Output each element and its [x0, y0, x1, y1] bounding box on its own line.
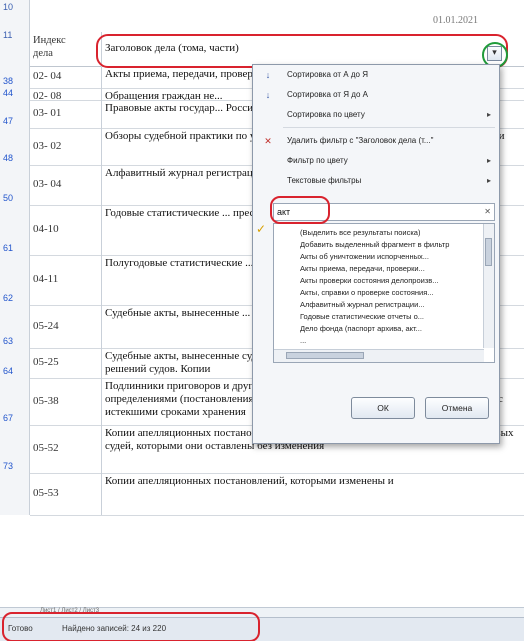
- row-header[interactable]: [0, 473, 30, 515]
- list-hscroll-thumb[interactable]: [286, 352, 364, 359]
- filter-list-item-label: Добавить выделенный фрагмент в фильтр: [300, 240, 450, 249]
- highlight-status-oval: [2, 612, 260, 641]
- index-cell[interactable]: 02- 08: [30, 88, 102, 100]
- cancel-button[interactable]: Отмена: [425, 397, 489, 419]
- index-cell[interactable]: 05-52: [30, 425, 102, 473]
- menu-clear-filter-label: Удалить фильтр с "Заголовок дела (т...": [287, 136, 434, 145]
- list-horizontal-scrollbar[interactable]: [274, 349, 484, 362]
- menu-sort-za-label: Сортировка от Я до А: [287, 90, 368, 99]
- row-header[interactable]: 61: [0, 205, 30, 255]
- index-cell[interactable]: 04-10: [30, 205, 102, 255]
- autofilter-menu: ↓ Сортировка от А до Я ↓ Сортировка от Я д…: [252, 64, 500, 444]
- date-cell[interactable]: 01.01.2021: [430, 12, 524, 29]
- sort-descending-icon: ↓: [265, 90, 271, 100]
- row-header[interactable]: 62: [0, 255, 30, 305]
- menu-clear-filter[interactable]: ✕ Удалить фильтр с "Заголовок дела (т...": [253, 131, 499, 151]
- header-index-cell[interactable]: Индекс дела: [30, 32, 102, 66]
- index-cell[interactable]: 03- 01: [30, 100, 102, 128]
- filter-list-item-label: Дело фонда (паспорт архива, акт...: [300, 324, 422, 333]
- filter-list-item-label: Акты проверки состояния делопроизв...: [300, 276, 439, 285]
- menu-text-filters[interactable]: Текстовые фильтры ▸: [253, 171, 499, 191]
- menu-sort-za[interactable]: ↓ Сортировка от Я до А: [253, 85, 499, 105]
- index-cell[interactable]: 04-11: [30, 255, 102, 305]
- ok-button[interactable]: ОК: [351, 397, 415, 419]
- filter-list-item-label: Акты приема, передачи, проверки...: [300, 264, 425, 273]
- row-header[interactable]: 67: [0, 378, 30, 425]
- clear-filter-icon: ✕: [264, 136, 272, 146]
- menu-separator: [283, 127, 495, 128]
- menu-filter-color[interactable]: Фильтр по цвету ▸: [253, 151, 499, 171]
- submenu-arrow-icon: ▸: [486, 110, 491, 119]
- filter-list-item-label: Акты об уничтожении испорченных...: [300, 252, 429, 261]
- index-cell[interactable]: 05-53: [30, 473, 102, 515]
- filter-list-item-label: ...: [300, 336, 307, 345]
- highlight-header-oval: [96, 34, 508, 68]
- menu-sort-color[interactable]: Сортировка по цвету ▸: [253, 105, 499, 125]
- top-row: 10 01.01.2021: [0, 0, 524, 28]
- row-header[interactable]: 64: [0, 348, 30, 378]
- row-header[interactable]: 38: [0, 66, 30, 88]
- row-header-10[interactable]: 10: [0, 0, 30, 28]
- menu-filter-color-label: Фильтр по цвету: [287, 156, 348, 165]
- title-cell[interactable]: Копии апелляционных постановлений, котор…: [102, 473, 524, 515]
- filter-list-item-label: (Выделить все результаты поиска): [300, 228, 421, 237]
- row-header[interactable]: 44: [0, 88, 30, 100]
- row-header[interactable]: 50: [0, 165, 30, 205]
- submenu-arrow-icon: ▸: [486, 176, 491, 185]
- index-cell[interactable]: 02- 04: [30, 66, 102, 88]
- highlight-search-oval: [270, 196, 330, 224]
- row-header[interactable]: 47: [0, 100, 30, 128]
- filter-list-item-label: Акты, справки о проверке состояния...: [300, 288, 434, 297]
- menu-text-filters-label: Текстовые фильтры: [287, 176, 362, 185]
- clear-search-icon[interactable]: ✕: [484, 204, 491, 220]
- row-header[interactable]: 48: [0, 128, 30, 165]
- filter-list-item-label: Годовые статистические отчеты о...: [300, 312, 425, 321]
- index-cell[interactable]: 05-25: [30, 348, 102, 378]
- index-cell[interactable]: 05-38: [30, 378, 102, 425]
- sort-ascending-icon: ↓: [265, 70, 271, 80]
- menu-sort-color-label: Сортировка по цвету: [287, 110, 365, 119]
- list-vertical-scrollbar[interactable]: [483, 224, 494, 348]
- row-header[interactable]: 63: [0, 305, 30, 348]
- submenu-arrow-icon: ▸: [486, 156, 491, 165]
- index-cell[interactable]: 03- 04: [30, 165, 102, 205]
- filter-values-list: ✓(Выделить все результаты поиска)Добавит…: [273, 223, 495, 363]
- row-divider: [30, 515, 524, 516]
- menu-sort-az-label: Сортировка от А до Я: [287, 70, 368, 79]
- checkmark-icon: ✓: [256, 222, 267, 236]
- filter-list-item[interactable]: ✓...: [300, 334, 486, 347]
- filter-list-item-label: Алфавитный журнал регистрации...: [300, 300, 425, 309]
- menu-sort-az[interactable]: ↓ Сортировка от А до Я: [253, 65, 499, 85]
- index-cell[interactable]: 05-24: [30, 305, 102, 348]
- row-header-11[interactable]: 11: [0, 28, 30, 66]
- index-cell[interactable]: 03- 02: [30, 128, 102, 165]
- row-header[interactable]: 73: [0, 425, 30, 473]
- spreadsheet-window: 10 01.01.2021 11 Индекс дела Заголовок д…: [0, 0, 524, 641]
- list-vscroll-thumb[interactable]: [485, 238, 492, 266]
